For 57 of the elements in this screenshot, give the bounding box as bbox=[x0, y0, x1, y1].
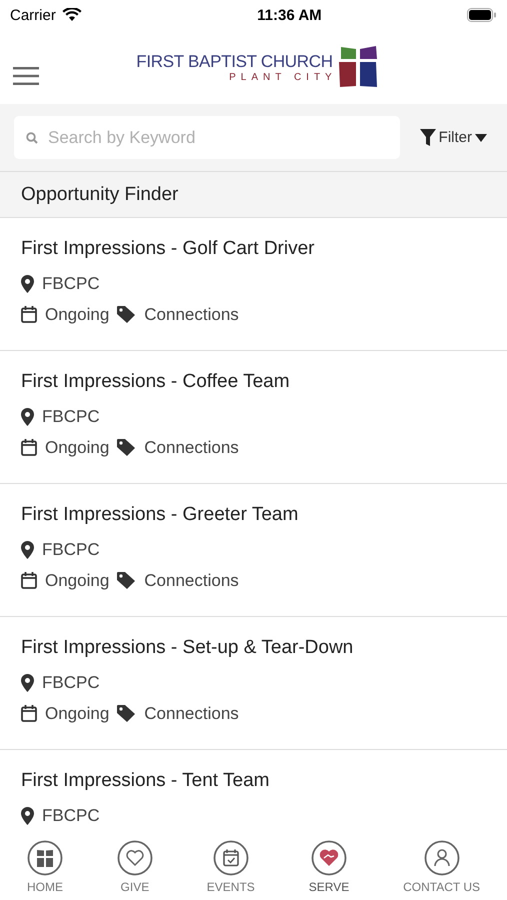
tab-button[interactable]: GIVE bbox=[116, 840, 153, 894]
logo-title: FIRST BAPTIST CHURCH bbox=[136, 52, 333, 72]
tag-icon bbox=[117, 705, 136, 722]
calendar-icon bbox=[21, 705, 37, 722]
search-icon bbox=[26, 132, 38, 144]
home-icon bbox=[26, 840, 63, 876]
person-icon bbox=[424, 840, 460, 876]
battery-icon bbox=[466, 8, 497, 22]
category-text: Connections bbox=[144, 570, 239, 590]
category-text: Connections bbox=[144, 704, 239, 724]
opportunity-row[interactable]: First Impressions - Coffee Team FBCPC Ongoing Connections bbox=[0, 351, 507, 484]
location-pin-icon bbox=[21, 274, 34, 292]
schedule-text: Ongoing bbox=[45, 704, 110, 724]
calendar-icon bbox=[21, 572, 37, 589]
caret-icon bbox=[475, 134, 487, 142]
location-text: FBCPC bbox=[42, 806, 100, 826]
opportunity-row[interactable]: First Impressions - Greeter Team FBCPC Ongoing Connections bbox=[0, 484, 507, 617]
category-text: Connections bbox=[144, 438, 239, 458]
menu-icon[interactable] bbox=[13, 67, 39, 85]
tab-button[interactable]: EVENTS bbox=[206, 840, 255, 894]
calendar-icon bbox=[21, 439, 37, 456]
location-pin-icon bbox=[21, 806, 34, 824]
location-pin-icon bbox=[21, 674, 34, 692]
filter-button[interactable]: Filter bbox=[414, 128, 493, 146]
status-time: 11:36 AM bbox=[257, 6, 322, 24]
location-text: FBCPC bbox=[42, 406, 100, 426]
funnel-icon bbox=[420, 128, 436, 146]
location-pin-icon bbox=[21, 408, 34, 426]
location-text: FBCPC bbox=[42, 540, 100, 560]
location-text: FBCPC bbox=[42, 274, 100, 294]
opportunity-title: First Impressions - Coffee Team bbox=[21, 371, 291, 393]
opportunity-row[interactable]: First Impressions - Golf Cart Driver FBCPC Ongoing Connections bbox=[0, 218, 507, 351]
section-header: Opportunity Finder bbox=[0, 172, 507, 218]
logo-subtitle: PLANT CITY bbox=[229, 72, 337, 82]
tab-button[interactable]: CONTACT US bbox=[403, 840, 480, 894]
schedule-text: Ongoing bbox=[45, 438, 110, 458]
location-text: FBCPC bbox=[42, 672, 100, 692]
cross-logo-icon bbox=[338, 46, 379, 88]
wifi-icon bbox=[62, 8, 82, 22]
opportunity-title: First Impressions - Tent Team bbox=[21, 770, 270, 792]
calendar-icon bbox=[21, 306, 37, 323]
category-text: Connections bbox=[144, 304, 239, 324]
tab-button[interactable]: HOME bbox=[26, 840, 63, 894]
opportunity-title: First Impressions - Greeter Team bbox=[21, 504, 300, 526]
calendar-icon bbox=[212, 840, 249, 876]
opportunity-row[interactable]: First Impressions - Set-up & Tear-Down FBCPC Ongoing Connections bbox=[0, 617, 507, 750]
opportunity-title: First Impressions - Set-up & Tear-Down bbox=[21, 637, 354, 659]
tab-button[interactable]: SERVE bbox=[308, 840, 350, 894]
carrier-label: Carrier bbox=[10, 6, 56, 24]
tag-icon bbox=[117, 572, 136, 589]
opportunity-title: First Impressions - Golf Cart Driver bbox=[21, 238, 316, 260]
tag-icon bbox=[117, 439, 136, 456]
search-field[interactable]: Search by Keyword bbox=[14, 116, 400, 159]
schedule-text: Ongoing bbox=[45, 304, 110, 324]
tag-icon bbox=[117, 306, 136, 323]
location-pin-icon bbox=[21, 540, 34, 558]
schedule-text: Ongoing bbox=[45, 570, 110, 590]
